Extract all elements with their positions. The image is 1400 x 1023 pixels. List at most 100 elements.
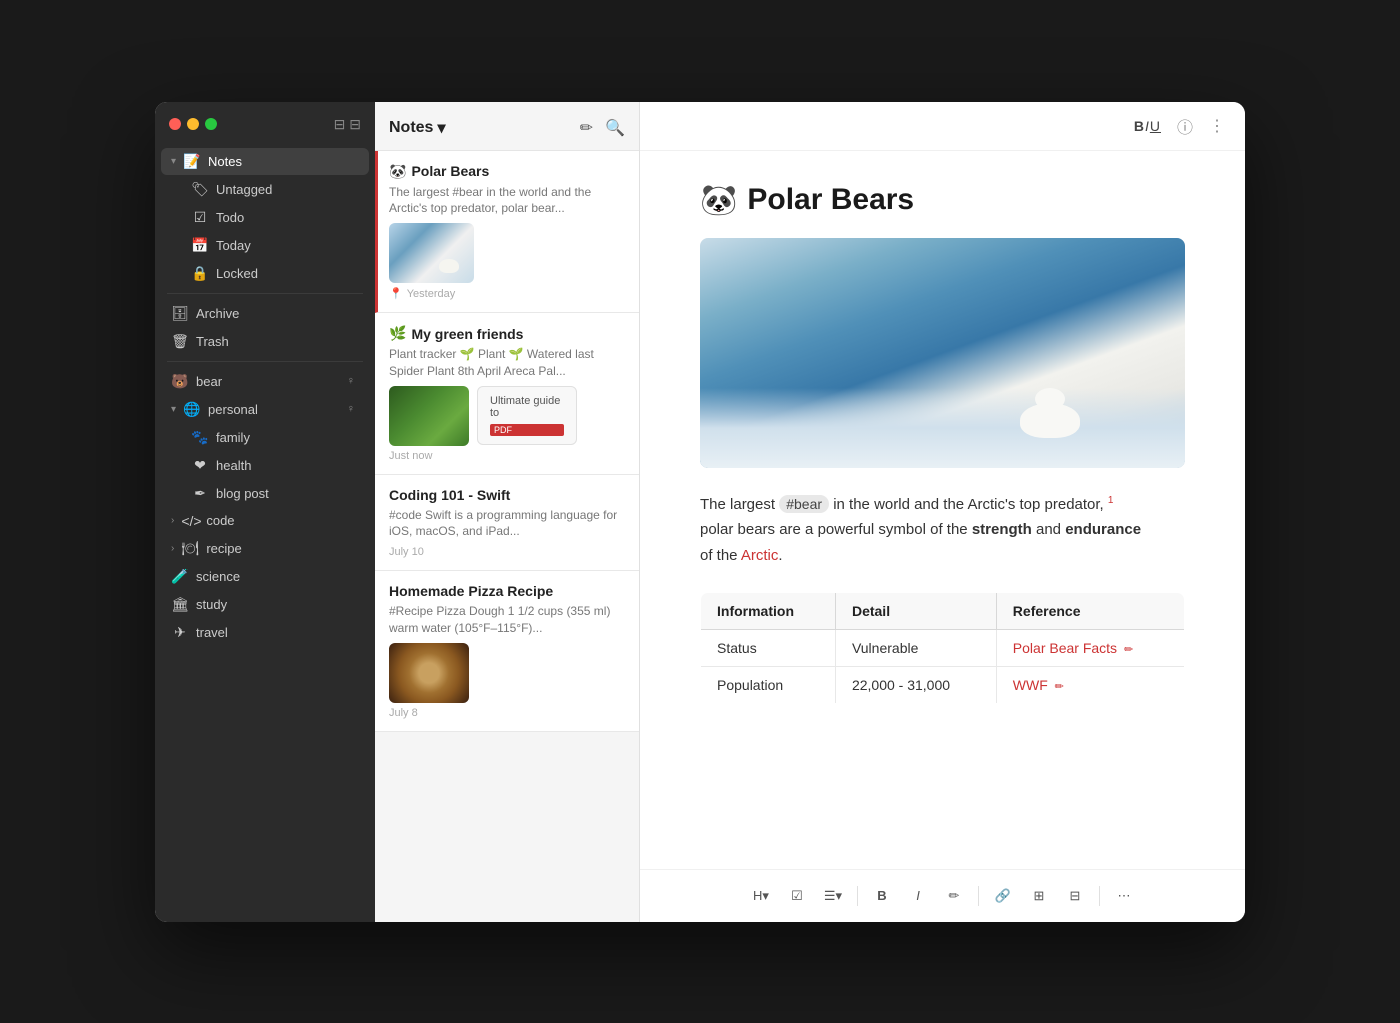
close-button[interactable] bbox=[169, 118, 181, 130]
sidebar-item-locked[interactable]: 🔒 Locked bbox=[161, 260, 369, 287]
edit-link-icon[interactable]: ✏ bbox=[1055, 681, 1064, 693]
italic-button[interactable]: I bbox=[902, 880, 934, 912]
sidebar-item-code[interactable]: › </> code bbox=[161, 508, 369, 534]
table-header-reference: Reference bbox=[996, 593, 1184, 630]
more-options-button[interactable]: ⋮ bbox=[1209, 116, 1225, 136]
note-item-pizza-recipe[interactable]: Homemade Pizza Recipe #Recipe Pizza Doug… bbox=[375, 571, 639, 732]
hashtag[interactable]: #bear bbox=[779, 495, 829, 513]
note-item-coding-swift[interactable]: Coding 101 - Swift #code Swift is a prog… bbox=[375, 475, 639, 572]
sidebar-item-untagged[interactable]: 🏷 Untagged bbox=[161, 176, 369, 203]
sidebar-item-bear[interactable]: 🐻 bear ♀ bbox=[161, 368, 369, 395]
editor-paragraph-1: The largest #bear in the world and the A… bbox=[700, 492, 1185, 518]
checkbox-button[interactable]: ☑ bbox=[781, 880, 813, 912]
note-item-green-friends[interactable]: 🌿 My green friends Plant tracker 🌱 Plant… bbox=[375, 313, 639, 475]
sidebar-item-blog-post[interactable]: ✒ blog post bbox=[161, 480, 369, 507]
travel-icon: ✈ bbox=[171, 624, 189, 641]
maximize-button[interactable] bbox=[205, 118, 217, 130]
sidebar-item-travel[interactable]: ✈ travel bbox=[161, 619, 369, 646]
editor-content[interactable]: 🐼 Polar Bears The largest #bear in the w… bbox=[640, 151, 1245, 869]
heading-button[interactable]: H▾ bbox=[745, 880, 777, 912]
pen-icon: ✒ bbox=[191, 485, 209, 502]
wwf-link[interactable]: WWF bbox=[1013, 677, 1048, 693]
arctic-link[interactable]: Arctic bbox=[741, 547, 779, 564]
sidebar-item-recipe[interactable]: › 🍽 recipe bbox=[161, 535, 369, 562]
sidebar-item-label: science bbox=[196, 569, 240, 584]
list-button[interactable]: ☰▾ bbox=[817, 880, 849, 912]
hero-image bbox=[700, 238, 1185, 468]
traffic-lights bbox=[169, 118, 217, 130]
polar-bear-facts-link[interactable]: Polar Bear Facts bbox=[1013, 640, 1117, 656]
sidebar-nav: ▾ 📝 Notes 🏷 Untagged ☑ Todo 📅 Today bbox=[155, 143, 375, 922]
sidebar-item-archive[interactable]: 🗄 Archive bbox=[161, 300, 369, 327]
image-button[interactable]: ⊟ bbox=[1059, 880, 1091, 912]
note-thumb-container: Ultimate guide to PDF bbox=[389, 386, 625, 446]
health-icon: ❤ bbox=[191, 457, 209, 474]
bold-label[interactable]: B bbox=[1134, 118, 1145, 134]
editor: BIU ⓘ ⋮ 🐼 Polar Bears The largest bbox=[640, 102, 1245, 922]
sidebar-item-label: health bbox=[216, 458, 251, 473]
personal-icon: 🌐 bbox=[183, 401, 201, 418]
table-cell-info: Population bbox=[701, 667, 836, 704]
sidebar-item-todo[interactable]: ☑ Todo bbox=[161, 204, 369, 231]
note-item-polar-bears[interactable]: 🐼 Polar Bears The largest #bear in the w… bbox=[375, 151, 639, 314]
sidebar-item-trash[interactable]: 🗑 Trash bbox=[161, 328, 369, 355]
note-date: Just now bbox=[389, 450, 625, 462]
new-note-button[interactable]: ✏ bbox=[580, 118, 593, 138]
sidebar-item-label: blog post bbox=[216, 486, 269, 501]
table-header-detail: Detail bbox=[835, 593, 996, 630]
underline-label[interactable]: U bbox=[1150, 118, 1161, 134]
pdf-label: Ultimate guide to bbox=[490, 395, 564, 419]
lock-icon: 🔒 bbox=[191, 265, 209, 282]
toolbar-separator bbox=[1099, 886, 1100, 906]
note-date: July 8 bbox=[389, 707, 625, 719]
sidebar-item-study[interactable]: 🏛 study bbox=[161, 591, 369, 618]
notes-list: Notes ▾ ✏ 🔍 🐼 Polar Bears The largest #b… bbox=[375, 102, 640, 922]
sidebar-item-today[interactable]: 📅 Today bbox=[161, 232, 369, 259]
sidebar-item-label: Today bbox=[216, 238, 251, 253]
study-icon: 🏛 bbox=[171, 596, 189, 613]
divider bbox=[167, 293, 363, 294]
link-button[interactable]: 🔗 bbox=[987, 880, 1019, 912]
sidebar-item-health[interactable]: ❤ health bbox=[161, 452, 369, 479]
sidebar-item-science[interactable]: 🧪 science bbox=[161, 563, 369, 590]
ice-shelf bbox=[700, 388, 1185, 468]
table-header-information: Information bbox=[701, 593, 836, 630]
sidebar-item-label: Trash bbox=[196, 334, 229, 349]
search-button[interactable]: 🔍 bbox=[605, 118, 625, 138]
note-title: Homemade Pizza Recipe bbox=[389, 583, 625, 599]
note-emoji: 🐼 bbox=[389, 163, 406, 180]
table-cell-ref: Polar Bear Facts ✏ bbox=[996, 630, 1184, 667]
notes-list-title: Notes ▾ bbox=[389, 118, 445, 138]
bold-button[interactable]: B bbox=[866, 880, 898, 912]
sidebar-item-personal[interactable]: ▾ 🌐 personal ♀ bbox=[161, 396, 369, 423]
sidebar-item-label: personal bbox=[208, 402, 258, 417]
edit-link-icon[interactable]: ✏ bbox=[1124, 644, 1133, 656]
info-button[interactable]: ⓘ bbox=[1177, 114, 1193, 138]
highlight-button[interactable]: ✏ bbox=[938, 880, 970, 912]
editor-toolbar-top: BIU ⓘ ⋮ bbox=[640, 102, 1245, 151]
editor-paragraph-3: of the Arctic. bbox=[700, 543, 1185, 569]
tune-icon[interactable]: ⊟ ⊟ bbox=[334, 116, 361, 133]
bear-figure bbox=[1005, 378, 1105, 438]
family-icon: 🐾 bbox=[191, 429, 209, 446]
user-count-icon: ♀ bbox=[347, 403, 355, 415]
sidebar-item-family[interactable]: 🐾 family bbox=[161, 424, 369, 451]
editor-body: The largest #bear in the world and the A… bbox=[700, 492, 1185, 569]
calendar-icon: 📅 bbox=[191, 237, 209, 254]
notes-scroll: 🐼 Polar Bears The largest #bear in the w… bbox=[375, 151, 639, 922]
chevron-down-icon: ▾ bbox=[171, 156, 176, 167]
checkbox-icon: ☑ bbox=[191, 209, 209, 226]
note-preview: #code Swift is a programming language fo… bbox=[389, 507, 625, 541]
table-button[interactable]: ⊞ bbox=[1023, 880, 1055, 912]
app-body: ⊟ ⊟ ▾ 📝 Notes 🏷 Untagged ☑ Todo bbox=[155, 102, 1245, 922]
sidebar-item-notes[interactable]: ▾ 📝 Notes bbox=[161, 148, 369, 175]
minimize-button[interactable] bbox=[187, 118, 199, 130]
table-cell-ref: WWF ✏ bbox=[996, 667, 1184, 704]
chevron-down-icon: ▾ bbox=[171, 404, 176, 415]
trash-icon: 🗑 bbox=[171, 333, 189, 350]
pin-icon: 📍 bbox=[389, 287, 403, 300]
tag-icon: 🏷 bbox=[191, 181, 209, 198]
notes-list-header: Notes ▾ ✏ 🔍 bbox=[375, 102, 639, 151]
table-cell-detail: 22,000 - 31,000 bbox=[835, 667, 996, 704]
more-toolbar-button[interactable]: ⋯ bbox=[1108, 880, 1140, 912]
